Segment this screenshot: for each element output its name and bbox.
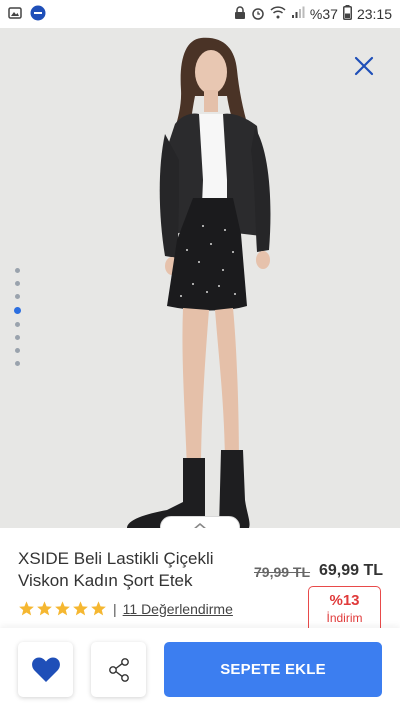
app-notification-icon [30, 5, 46, 24]
rating-stars [18, 600, 107, 617]
bottom-action-bar: SEPETE EKLE [0, 628, 400, 711]
discount-label: İndirim [326, 611, 363, 625]
battery-percent: %37 [309, 6, 338, 22]
reviews-link[interactable]: 11 Değerlendirme [123, 601, 233, 617]
star-icon [37, 601, 52, 616]
close-button[interactable] [350, 52, 378, 80]
product-image-gallery[interactable] [0, 28, 400, 528]
clock-time: 23:15 [356, 6, 392, 22]
close-icon [354, 56, 374, 76]
gallery-dot[interactable] [15, 294, 20, 299]
star-icon [73, 601, 88, 616]
gallery-dot[interactable] [15, 268, 20, 273]
heart-icon [31, 657, 60, 682]
picture-icon [8, 6, 22, 23]
status-bar: %37 23:15 [0, 0, 400, 28]
product-photo [127, 37, 271, 528]
gallery-dot[interactable] [15, 335, 20, 340]
star-icon [19, 601, 34, 616]
rating-separator: | [113, 600, 117, 617]
signal-icon [291, 6, 305, 22]
add-to-cart-button[interactable]: SEPETE EKLE [164, 642, 382, 697]
favorite-button[interactable] [18, 642, 73, 697]
share-button[interactable] [91, 642, 146, 697]
gallery-dot[interactable] [15, 361, 20, 366]
current-price: 69,99 TL [319, 562, 384, 579]
product-info: XSIDE Beli Lastikli Çiçekli Viskon Kadın… [0, 528, 400, 638]
wifi-icon [270, 6, 286, 22]
star-icon [91, 601, 106, 616]
gallery-pagination [14, 268, 21, 366]
gallery-dot[interactable] [15, 322, 20, 327]
discount-badge: %13 İndirim [308, 586, 381, 630]
rating-row: | 11 Değerlendirme [18, 600, 233, 617]
lock-icon [234, 5, 246, 23]
gallery-dot[interactable] [14, 307, 21, 314]
alarm-icon [251, 6, 265, 23]
share-icon [108, 657, 129, 682]
star-icon [55, 601, 70, 616]
battery-icon [342, 5, 352, 23]
gallery-dot[interactable] [15, 348, 20, 353]
product-title: XSIDE Beli Lastikli Çiçekli Viskon Kadın… [18, 549, 214, 590]
gallery-dot[interactable] [15, 281, 20, 286]
old-price: 79,99 TL [254, 564, 311, 580]
discount-percent: %13 [329, 592, 360, 609]
